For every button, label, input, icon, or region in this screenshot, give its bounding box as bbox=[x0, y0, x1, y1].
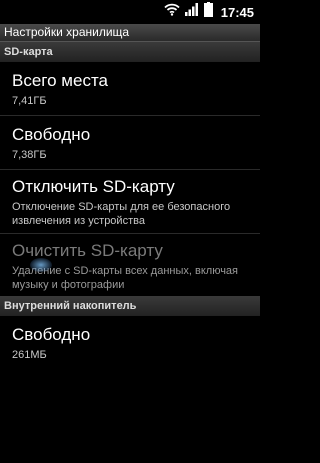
internal-free-space-value: 261МБ bbox=[12, 349, 47, 361]
unmount-sd-card-button[interactable]: Отключить SD-карту Отключение SD-карты д… bbox=[0, 170, 260, 234]
erase-sd-card-button: Очистить SD-карту Удаление с SD-карты вс… bbox=[0, 234, 260, 296]
internal-free-space-label: Свободно bbox=[12, 325, 91, 344]
status-bar: 17:45 bbox=[0, 0, 260, 24]
sd-free-space-value: 7,38ГБ bbox=[12, 149, 47, 161]
battery-icon bbox=[203, 2, 213, 22]
screen-title: Настройки хранилища bbox=[0, 24, 260, 42]
erase-sd-card-description: Удаление с SD-карты всех данных, включая… bbox=[12, 265, 239, 291]
sd-free-space-item: Свободно 7,38ГБ bbox=[0, 116, 260, 170]
internal-free-space-item: Свободно 261МБ bbox=[0, 316, 260, 370]
internal-storage-section-header: Внутренний накопитель bbox=[0, 296, 260, 316]
total-space-label: Всего места bbox=[12, 71, 108, 90]
unmount-sd-card-description: Отключение SD-карты для ее безопасного и… bbox=[12, 201, 231, 227]
erase-sd-card-label: Очистить SD-карту bbox=[12, 241, 163, 260]
sd-card-section-header: SD-карта bbox=[0, 42, 260, 62]
unmount-sd-card-label: Отключить SD-карту bbox=[12, 177, 175, 196]
sd-free-space-label: Свободно bbox=[12, 125, 91, 144]
signal-icon bbox=[184, 3, 199, 21]
total-space-item: Всего места 7,41ГБ bbox=[0, 62, 260, 116]
total-space-value: 7,41ГБ bbox=[12, 95, 47, 107]
status-time: 17:45 bbox=[220, 4, 254, 20]
wifi-icon bbox=[164, 3, 180, 21]
